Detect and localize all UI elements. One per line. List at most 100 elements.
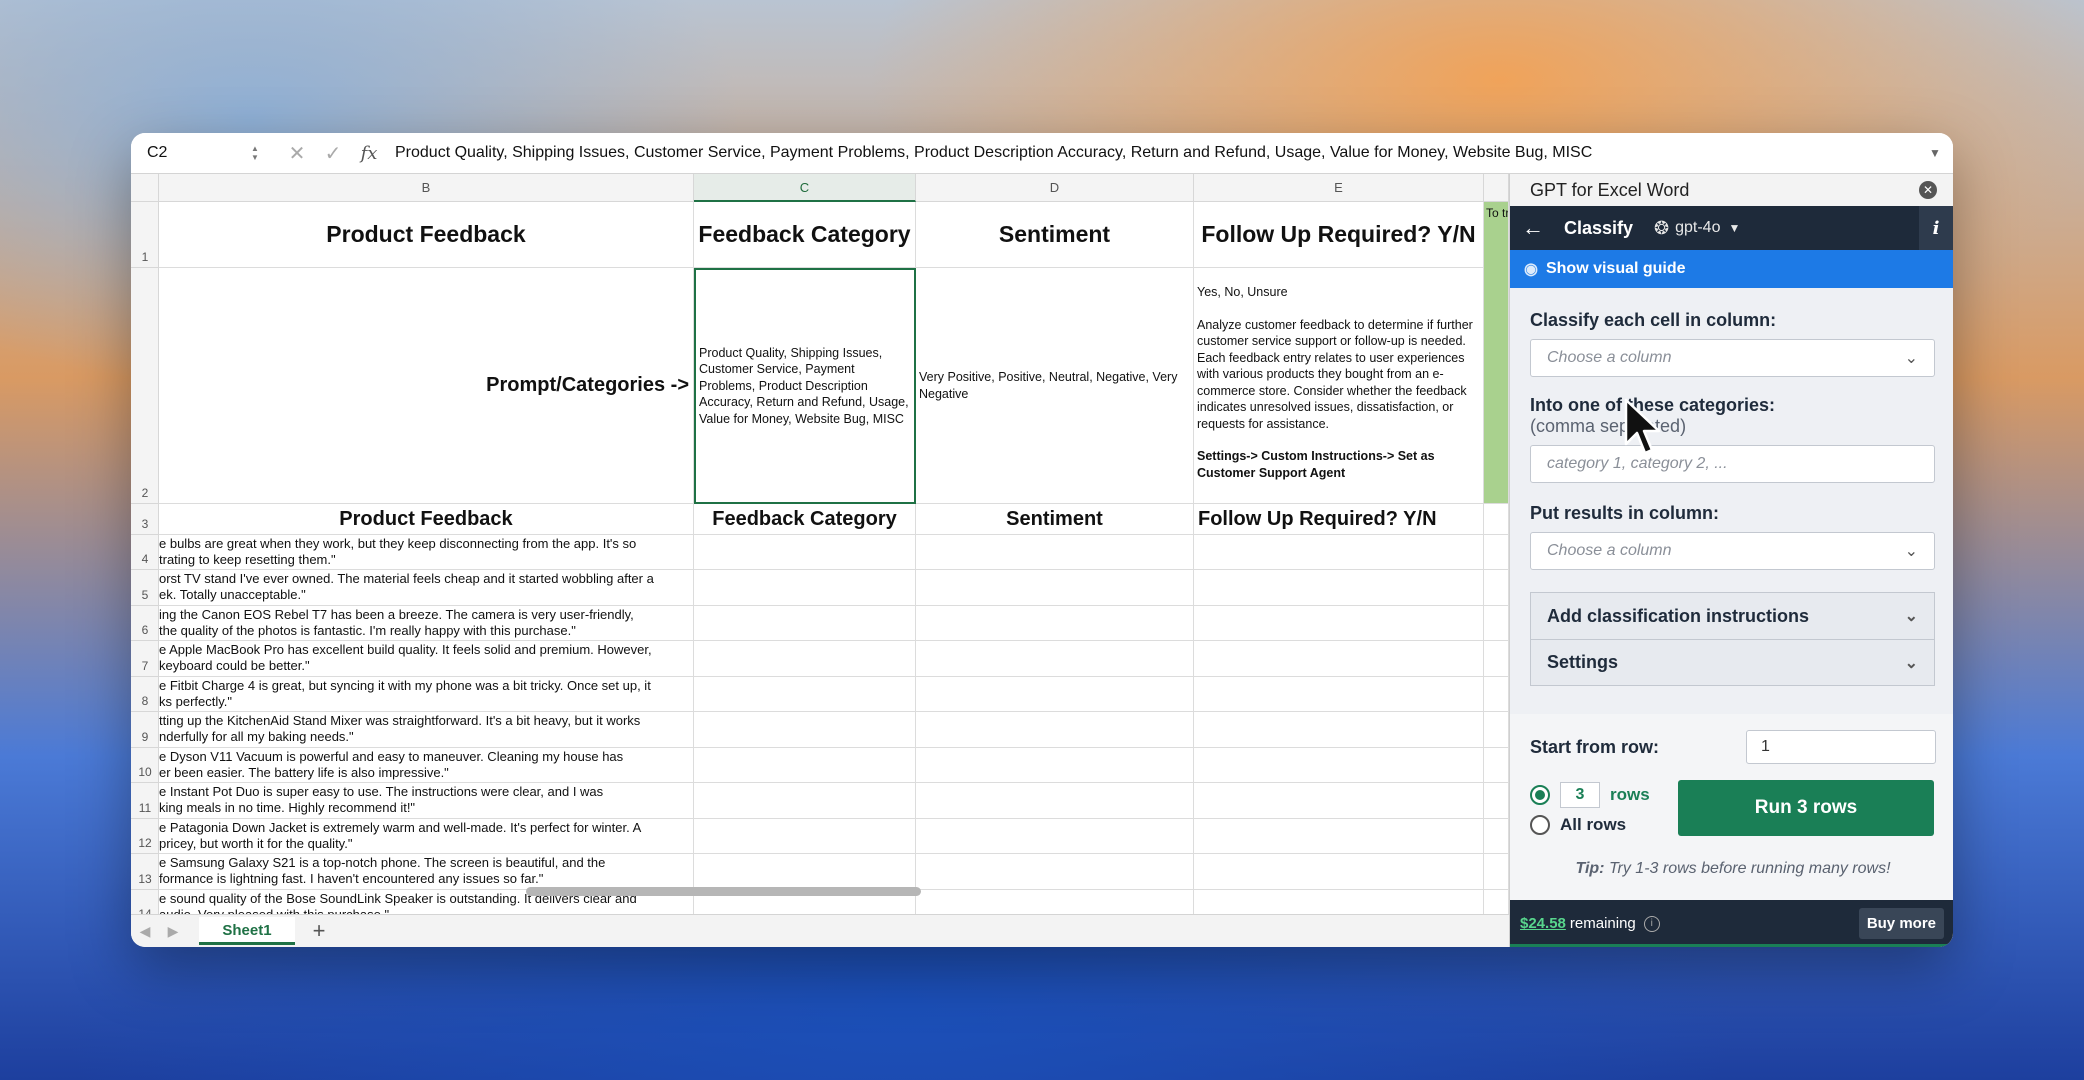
cell-c10[interactable]	[694, 748, 916, 783]
add-sheet-button[interactable]: +	[295, 918, 343, 944]
spreadsheet-grid[interactable]: B C D E 1 2 3 4 5 6 7 8 9 10 11 12 13 14…	[131, 174, 1509, 914]
cell-d5[interactable]	[916, 570, 1194, 606]
back-arrow-icon[interactable]: ←	[1522, 215, 1558, 241]
model-selector[interactable]: ❂ gpt-4o ▼	[1654, 218, 1740, 239]
row-header[interactable]: 9	[131, 712, 159, 748]
cell-d10[interactable]	[916, 748, 1194, 783]
rows-count-radio[interactable]	[1530, 785, 1550, 805]
cell-b4[interactable]: e bulbs are great when they work, but th…	[159, 535, 694, 570]
results-column-select[interactable]: Choose a column ⌄	[1530, 532, 1935, 570]
cell-e5[interactable]	[1194, 570, 1484, 606]
all-rows-radio[interactable]	[1530, 815, 1550, 835]
row-header[interactable]: 4	[131, 535, 159, 570]
cell-c6[interactable]	[694, 606, 916, 641]
rows-count-input[interactable]: 3	[1560, 782, 1600, 808]
column-header-f[interactable]	[1484, 174, 1509, 202]
add-instructions-toggle[interactable]: Add classification instructions ⌄	[1531, 593, 1934, 639]
cell-d4[interactable]	[916, 535, 1194, 570]
cell-c12[interactable]	[694, 819, 916, 854]
cell-e1[interactable]: Follow Up Required? Y/N	[1194, 202, 1484, 268]
start-row-input[interactable]: 1	[1746, 730, 1936, 764]
cell-e7[interactable]	[1194, 641, 1484, 677]
row-header[interactable]: 14	[131, 890, 159, 914]
cell-d14[interactable]	[916, 890, 1194, 914]
cell-e11[interactable]	[1194, 783, 1484, 819]
function-icon[interactable]: fx	[351, 143, 387, 164]
column-header-e[interactable]: E	[1194, 174, 1484, 202]
settings-toggle[interactable]: Settings ⌄	[1531, 639, 1934, 685]
cell-e2[interactable]: Yes, No, Unsure Analyze customer feedbac…	[1194, 268, 1484, 504]
cell-f10[interactable]	[1484, 748, 1509, 783]
cell-e13[interactable]	[1194, 854, 1484, 890]
cell-c1[interactable]: Feedback Category	[694, 202, 916, 268]
select-all-corner[interactable]	[131, 174, 159, 202]
run-button[interactable]: Run 3 rows	[1678, 780, 1934, 836]
cell-b8[interactable]: e Fitbit Charge 4 is great, but syncing …	[159, 677, 694, 712]
row-header[interactable]: 11	[131, 783, 159, 819]
cell-c11[interactable]	[694, 783, 916, 819]
cell-f3[interactable]	[1484, 504, 1509, 535]
cell-d7[interactable]	[916, 641, 1194, 677]
cell-b13[interactable]: e Samsung Galaxy S21 is a top-notch phon…	[159, 854, 694, 890]
row-header[interactable]: 2	[131, 268, 159, 504]
info-icon[interactable]: i	[1643, 915, 1660, 932]
remaining-amount[interactable]: $24.58	[1520, 915, 1566, 932]
cell-d1[interactable]: Sentiment	[916, 202, 1194, 268]
cell-b2[interactable]: Prompt/Categories ->	[159, 268, 694, 504]
all-rows-option[interactable]: All rows	[1530, 810, 1678, 840]
rows-count-option[interactable]: 3 rows	[1530, 780, 1678, 810]
cell-b12[interactable]: e Patagonia Down Jacket is extremely war…	[159, 819, 694, 854]
cell-d12[interactable]	[916, 819, 1194, 854]
column-header-d[interactable]: D	[916, 174, 1194, 202]
cell-d13[interactable]	[916, 854, 1194, 890]
cell-f4[interactable]	[1484, 535, 1509, 570]
cell-e9[interactable]	[1194, 712, 1484, 748]
column-header-b[interactable]: B	[159, 174, 694, 202]
cell-b5[interactable]: orst TV stand I've ever owned. The mater…	[159, 570, 694, 606]
cell-b6[interactable]: ing the Canon EOS Rebel T7 has been a br…	[159, 606, 694, 641]
column-header-c[interactable]: C	[694, 174, 916, 202]
cell-f14[interactable]	[1484, 890, 1509, 914]
row-header[interactable]: 7	[131, 641, 159, 677]
cancel-x-icon[interactable]: ✕	[279, 141, 315, 166]
close-icon[interactable]: ✕	[1919, 181, 1937, 199]
cell-d2[interactable]: Very Positive, Positive, Neutral, Negati…	[916, 268, 1194, 504]
cell-c4[interactable]	[694, 535, 916, 570]
cell-d6[interactable]	[916, 606, 1194, 641]
row-header[interactable]: 12	[131, 819, 159, 854]
cell-e10[interactable]	[1194, 748, 1484, 783]
show-visual-guide-button[interactable]: ◉ Show visual guide	[1510, 250, 1953, 288]
row-header[interactable]: 13	[131, 854, 159, 890]
row-header[interactable]: 3	[131, 504, 159, 535]
cell-d11[interactable]	[916, 783, 1194, 819]
cell-b11[interactable]: e Instant Pot Duo is super easy to use. …	[159, 783, 694, 819]
cell-c3[interactable]: Feedback Category	[694, 504, 916, 535]
cell-c5[interactable]	[694, 570, 916, 606]
name-box-stepper-icon[interactable]: ▲ ▼	[251, 144, 263, 162]
cell-e12[interactable]	[1194, 819, 1484, 854]
cell-c7[interactable]	[694, 641, 916, 677]
classify-column-select[interactable]: Choose a column ⌄	[1530, 339, 1935, 377]
cell-b7[interactable]: e Apple MacBook Pro has excellent build …	[159, 641, 694, 677]
cell-e6[interactable]	[1194, 606, 1484, 641]
cell-f12[interactable]	[1484, 819, 1509, 854]
cell-e8[interactable]	[1194, 677, 1484, 712]
cell-e4[interactable]	[1194, 535, 1484, 570]
cell-e3[interactable]: Follow Up Required? Y/N	[1194, 504, 1484, 535]
cell-c9[interactable]	[694, 712, 916, 748]
name-box[interactable]: C2	[143, 138, 251, 168]
cell-c8[interactable]	[694, 677, 916, 712]
next-sheet-icon[interactable]: ▶	[159, 923, 187, 940]
cell-f1[interactable]: To try thi	[1484, 202, 1509, 504]
formula-expand-icon[interactable]: ▼	[1929, 146, 1953, 160]
cell-b9[interactable]: tting up the KitchenAid Stand Mixer was …	[159, 712, 694, 748]
horizontal-scrollbar[interactable]	[526, 887, 921, 896]
cell-f8[interactable]	[1484, 677, 1509, 712]
row-header[interactable]: 6	[131, 606, 159, 641]
row-header[interactable]: 1	[131, 202, 159, 268]
cell-d8[interactable]	[916, 677, 1194, 712]
confirm-check-icon[interactable]: ✓	[315, 141, 351, 166]
cell-f9[interactable]	[1484, 712, 1509, 748]
categories-input[interactable]: category 1, category 2, ...	[1530, 445, 1935, 483]
formula-input[interactable]: Product Quality, Shipping Issues, Custom…	[387, 144, 1929, 162]
